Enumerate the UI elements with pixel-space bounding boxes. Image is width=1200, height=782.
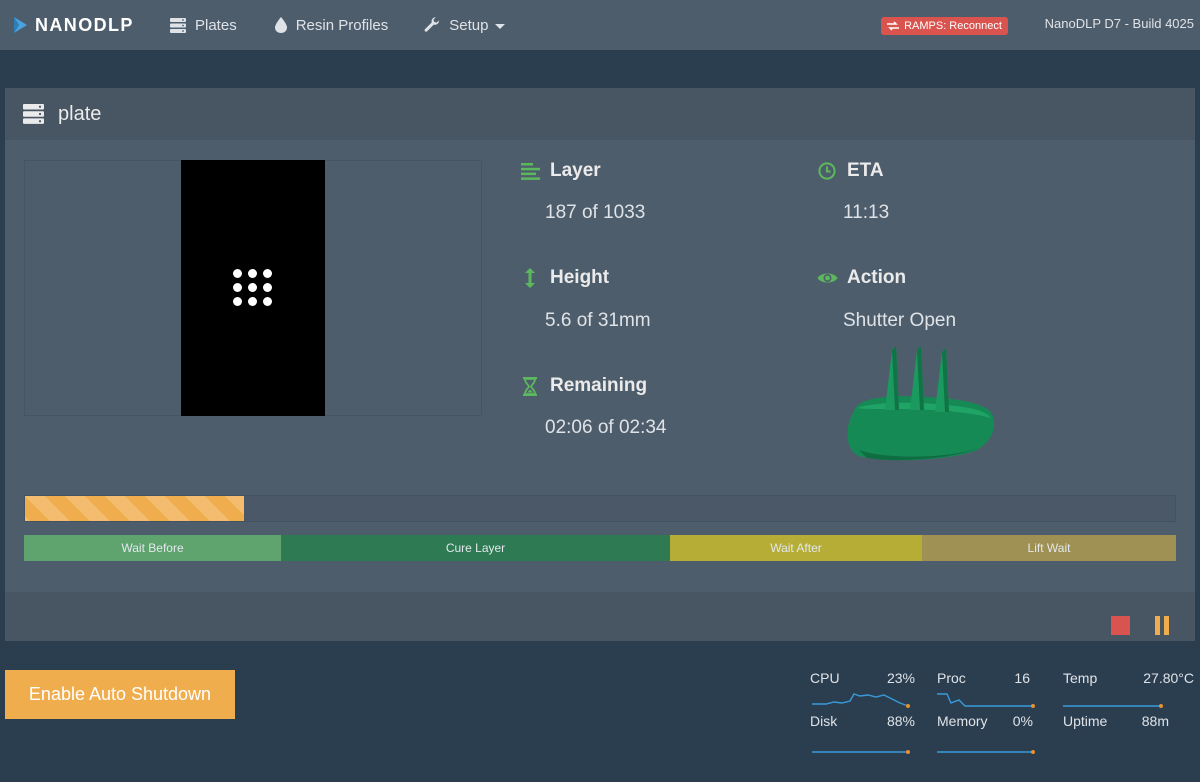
phase-cure-layer: Cure Layer bbox=[281, 535, 670, 561]
top-navbar: NANODLP Plates Resin Profiles Setup RAMP… bbox=[0, 0, 1200, 50]
align-left-icon bbox=[518, 162, 542, 180]
height-label: Height bbox=[550, 267, 610, 288]
eye-icon bbox=[815, 271, 839, 285]
print-progress-bar bbox=[24, 495, 1176, 522]
eta-value: 11:13 bbox=[843, 202, 890, 223]
panel-heading: plate bbox=[5, 88, 1195, 140]
stop-button[interactable] bbox=[1111, 616, 1130, 635]
phase-wait-after: Wait After bbox=[670, 535, 922, 561]
proc-label: Proc bbox=[937, 670, 966, 686]
memory-value: 0% bbox=[1012, 713, 1033, 729]
exchange-icon bbox=[887, 21, 900, 31]
vertical-arrows-icon bbox=[518, 268, 542, 288]
cpu-label: CPU bbox=[810, 670, 840, 686]
plate-panel: plate Layer 187 of 1033 Height 5.6 of 31… bbox=[5, 88, 1195, 641]
brand-logo[interactable]: NANODLP bbox=[12, 15, 160, 36]
memory-sparkline bbox=[937, 750, 1035, 754]
pause-button[interactable] bbox=[1155, 616, 1171, 635]
uptime-value: 88m bbox=[1141, 713, 1169, 729]
print-progress-fill bbox=[25, 496, 244, 521]
uptime-label: Uptime bbox=[1063, 713, 1108, 729]
layer-phase-bar: Wait Before Cure Layer Wait After Lift W… bbox=[24, 535, 1176, 561]
temp-sparkline bbox=[1063, 704, 1163, 708]
temp-label: Temp bbox=[1063, 670, 1098, 686]
nav-resin-profiles[interactable]: Resin Profiles bbox=[274, 0, 389, 50]
layer-slice-dots bbox=[233, 269, 273, 307]
layer-stat: Layer bbox=[518, 160, 601, 182]
nav-plates-label: Plates bbox=[195, 16, 237, 34]
phase-wait-before: Wait Before bbox=[24, 535, 281, 561]
action-label: Action bbox=[847, 267, 907, 288]
nanodlp-logo-icon bbox=[14, 17, 27, 33]
action-stat: Action bbox=[815, 267, 906, 289]
disk-value: 88% bbox=[886, 713, 915, 729]
panel-title: plate bbox=[58, 102, 102, 125]
hourglass-icon bbox=[518, 376, 542, 396]
ramps-reconnect-label: RAMPS: Reconnect bbox=[904, 20, 1002, 32]
phase-lift-wait: Lift Wait bbox=[922, 535, 1176, 561]
eta-stat: ETA bbox=[815, 160, 884, 182]
caret-down-icon bbox=[495, 24, 506, 29]
temp-value: 27.80°C bbox=[1143, 670, 1194, 686]
nav-plates[interactable]: Plates bbox=[170, 0, 237, 50]
panel-footer bbox=[5, 592, 1195, 641]
remaining-stat: Remaining bbox=[518, 375, 647, 397]
layer-preview-image bbox=[181, 160, 325, 416]
wrench-icon bbox=[424, 17, 440, 33]
height-stat: Height bbox=[518, 267, 609, 289]
proc-sparkline bbox=[937, 693, 1035, 708]
remaining-value: 02:06 of 02:34 bbox=[545, 417, 667, 438]
server-icon bbox=[170, 17, 186, 33]
version-text: NanoDLP D7 - Build 4025 bbox=[1044, 16, 1194, 31]
remaining-label: Remaining bbox=[550, 375, 648, 396]
proc-value: 16 bbox=[1014, 670, 1030, 686]
layer-value: 187 of 1033 bbox=[545, 202, 646, 223]
disk-label: Disk bbox=[810, 713, 838, 729]
cpu-sparkline bbox=[812, 693, 910, 708]
action-value: Shutter Open bbox=[843, 310, 957, 331]
layer-label: Layer bbox=[550, 160, 601, 181]
disk-sparkline bbox=[812, 750, 910, 754]
height-value: 5.6 of 31mm bbox=[545, 310, 651, 331]
server-icon bbox=[23, 104, 44, 124]
clock-icon bbox=[815, 162, 839, 180]
ramps-reconnect-badge[interactable]: RAMPS: Reconnect bbox=[881, 17, 1008, 35]
brand-name: NANODLP bbox=[35, 14, 134, 35]
nav-setup-dropdown[interactable]: Setup bbox=[424, 0, 506, 50]
nav-resin-profiles-label: Resin Profiles bbox=[295, 16, 389, 34]
nav-setup-label: Setup bbox=[449, 16, 489, 34]
tint-icon bbox=[274, 17, 287, 33]
model-3d-preview bbox=[847, 346, 995, 461]
enable-auto-shutdown-button[interactable]: Enable Auto Shutdown bbox=[5, 670, 235, 719]
cpu-value: 23% bbox=[886, 670, 915, 686]
eta-label: ETA bbox=[847, 160, 884, 181]
